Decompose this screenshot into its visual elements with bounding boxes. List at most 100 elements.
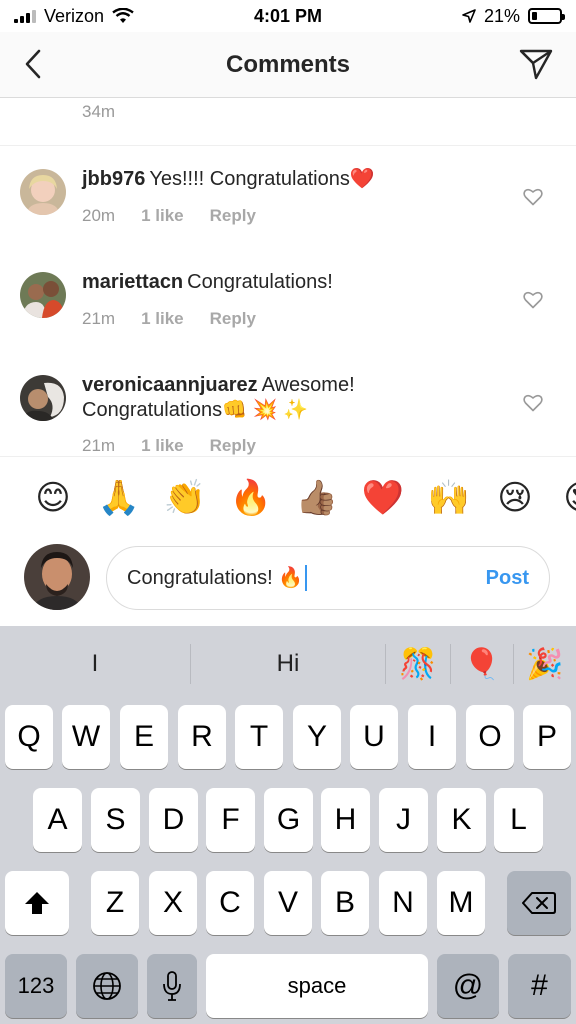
key[interactable]: H bbox=[321, 788, 370, 852]
status-left: Verizon bbox=[14, 6, 134, 27]
reply-button[interactable]: Reply bbox=[210, 309, 256, 329]
emoji-quick-bar: 😊 🙏 👏 🔥 👍🏽 ❤️ 🙌 😢 😍 bbox=[0, 456, 576, 538]
comment-time: 21m bbox=[82, 436, 116, 455]
comment-body: mariettacn Congratulations! bbox=[82, 270, 496, 295]
key[interactable]: L bbox=[494, 788, 543, 852]
comment-composer: Congratulations! 🔥 Post bbox=[0, 538, 576, 626]
like-button[interactable] bbox=[522, 289, 544, 311]
at-key[interactable]: @ bbox=[437, 954, 499, 1018]
key[interactable]: D bbox=[149, 788, 198, 852]
key[interactable]: Z bbox=[91, 871, 139, 935]
key[interactable]: N bbox=[379, 871, 427, 935]
comment-item: veronicaannjuarez Awesome! Congratulation… bbox=[0, 367, 576, 456]
comment-username[interactable]: veronicaannjuarez bbox=[82, 374, 258, 396]
microphone-icon bbox=[163, 971, 181, 1001]
key[interactable]: W bbox=[62, 705, 110, 769]
like-button[interactable] bbox=[522, 186, 544, 208]
comments-list[interactable]: 34m jbb976 Yes!!!! Congratulations❤️ 20m … bbox=[0, 99, 576, 456]
status-right: 21% bbox=[462, 6, 565, 27]
previous-comment-time: 34m bbox=[82, 102, 116, 121]
suggestion-emoji[interactable]: 🎊 bbox=[386, 644, 450, 684]
key[interactable]: G bbox=[264, 788, 313, 852]
divider bbox=[0, 145, 576, 146]
microphone-key[interactable] bbox=[147, 954, 197, 1018]
avatar[interactable] bbox=[20, 375, 66, 421]
suggestion-emoji[interactable]: 🎈 bbox=[451, 644, 513, 684]
emoji-pray[interactable]: 🙏 bbox=[86, 478, 152, 518]
delete-key[interactable] bbox=[507, 871, 571, 935]
back-button[interactable] bbox=[18, 46, 48, 82]
comment-meta: 21m 1 like Reply bbox=[82, 309, 256, 329]
comment-username[interactable]: mariettacn bbox=[82, 271, 183, 293]
emoji-thumbs-up[interactable]: 👍🏽 bbox=[284, 478, 350, 518]
comment-likes[interactable]: 1 like bbox=[141, 206, 184, 226]
status-bar: Verizon 4:01 PM 21% bbox=[0, 0, 576, 32]
comment-time: 21m bbox=[82, 309, 116, 328]
numbers-key[interactable]: 123 bbox=[5, 954, 67, 1018]
key[interactable]: S bbox=[91, 788, 140, 852]
emoji-smile[interactable]: 😊 bbox=[20, 478, 86, 518]
comment-input-value[interactable]: Congratulations! 🔥 bbox=[127, 565, 486, 592]
comment-likes[interactable]: 1 like bbox=[141, 309, 184, 329]
backspace-icon bbox=[522, 892, 556, 914]
avatar[interactable] bbox=[20, 272, 66, 318]
heart-outline-icon bbox=[523, 291, 543, 309]
key[interactable]: K bbox=[437, 788, 486, 852]
suggestion-item[interactable]: I bbox=[0, 644, 190, 684]
key[interactable]: U bbox=[350, 705, 398, 769]
comment-username[interactable]: jbb976 bbox=[82, 168, 145, 190]
globe-icon bbox=[93, 972, 121, 1000]
key[interactable]: X bbox=[149, 871, 197, 935]
key[interactable]: R bbox=[178, 705, 226, 769]
key[interactable]: Y bbox=[293, 705, 341, 769]
key-row: Z X C V B N M bbox=[0, 871, 576, 935]
emoji-heart[interactable]: ❤️ bbox=[350, 478, 416, 518]
direct-send-button[interactable] bbox=[518, 46, 554, 82]
post-button[interactable]: Post bbox=[486, 567, 529, 590]
comment-likes[interactable]: 1 like bbox=[141, 436, 184, 456]
wifi-icon bbox=[112, 8, 134, 23]
page-title: Comments bbox=[225, 50, 351, 78]
key[interactable]: O bbox=[466, 705, 514, 769]
emoji-cry[interactable]: 😢 bbox=[482, 478, 548, 518]
key[interactable]: T bbox=[235, 705, 283, 769]
battery-icon bbox=[528, 8, 565, 24]
reply-button[interactable]: Reply bbox=[210, 436, 256, 456]
like-button[interactable] bbox=[522, 392, 544, 414]
globe-key[interactable] bbox=[76, 954, 138, 1018]
reply-button[interactable]: Reply bbox=[210, 206, 256, 226]
key[interactable]: Q bbox=[5, 705, 53, 769]
heart-outline-icon bbox=[523, 188, 543, 206]
chevron-left-icon bbox=[25, 49, 41, 79]
avatar[interactable] bbox=[20, 169, 66, 215]
key[interactable]: F bbox=[206, 788, 255, 852]
comment-text: Congratulations! bbox=[187, 271, 333, 293]
hash-key[interactable]: # bbox=[508, 954, 571, 1018]
space-key[interactable]: space bbox=[206, 954, 428, 1018]
key[interactable]: M bbox=[437, 871, 485, 935]
suggestion-item[interactable]: Hi bbox=[191, 644, 385, 684]
heart-outline-icon bbox=[523, 394, 543, 412]
shift-key[interactable] bbox=[5, 871, 69, 935]
carrier-name: Verizon bbox=[44, 5, 105, 26]
key[interactable]: P bbox=[523, 705, 571, 769]
key[interactable]: A bbox=[33, 788, 82, 852]
key[interactable]: V bbox=[264, 871, 312, 935]
comment-meta: 21m 1 like Reply bbox=[82, 436, 256, 456]
key[interactable]: I bbox=[408, 705, 456, 769]
emoji-raised-hands[interactable]: 🙌 bbox=[416, 478, 482, 518]
emoji-heart-eyes[interactable]: 😍 bbox=[548, 478, 576, 518]
comment-input[interactable]: Congratulations! 🔥 Post bbox=[106, 546, 550, 610]
keyboard: I Hi 🎊 🎈 🎉 Q W E R T Y U I O P A S D F G… bbox=[0, 626, 576, 1024]
key[interactable]: E bbox=[120, 705, 168, 769]
key[interactable]: C bbox=[206, 871, 254, 935]
key[interactable]: B bbox=[321, 871, 369, 935]
emoji-fire[interactable]: 🔥 bbox=[218, 478, 284, 518]
comment-body: veronicaannjuarez Awesome! Congratulation… bbox=[82, 373, 496, 423]
paper-plane-icon bbox=[519, 49, 553, 80]
shift-arrow-icon bbox=[25, 892, 49, 914]
key[interactable]: J bbox=[379, 788, 428, 852]
emoji-clap[interactable]: 👏 bbox=[152, 478, 218, 518]
suggestion-emoji[interactable]: 🎉 bbox=[514, 644, 576, 684]
battery-fill bbox=[532, 12, 538, 20]
